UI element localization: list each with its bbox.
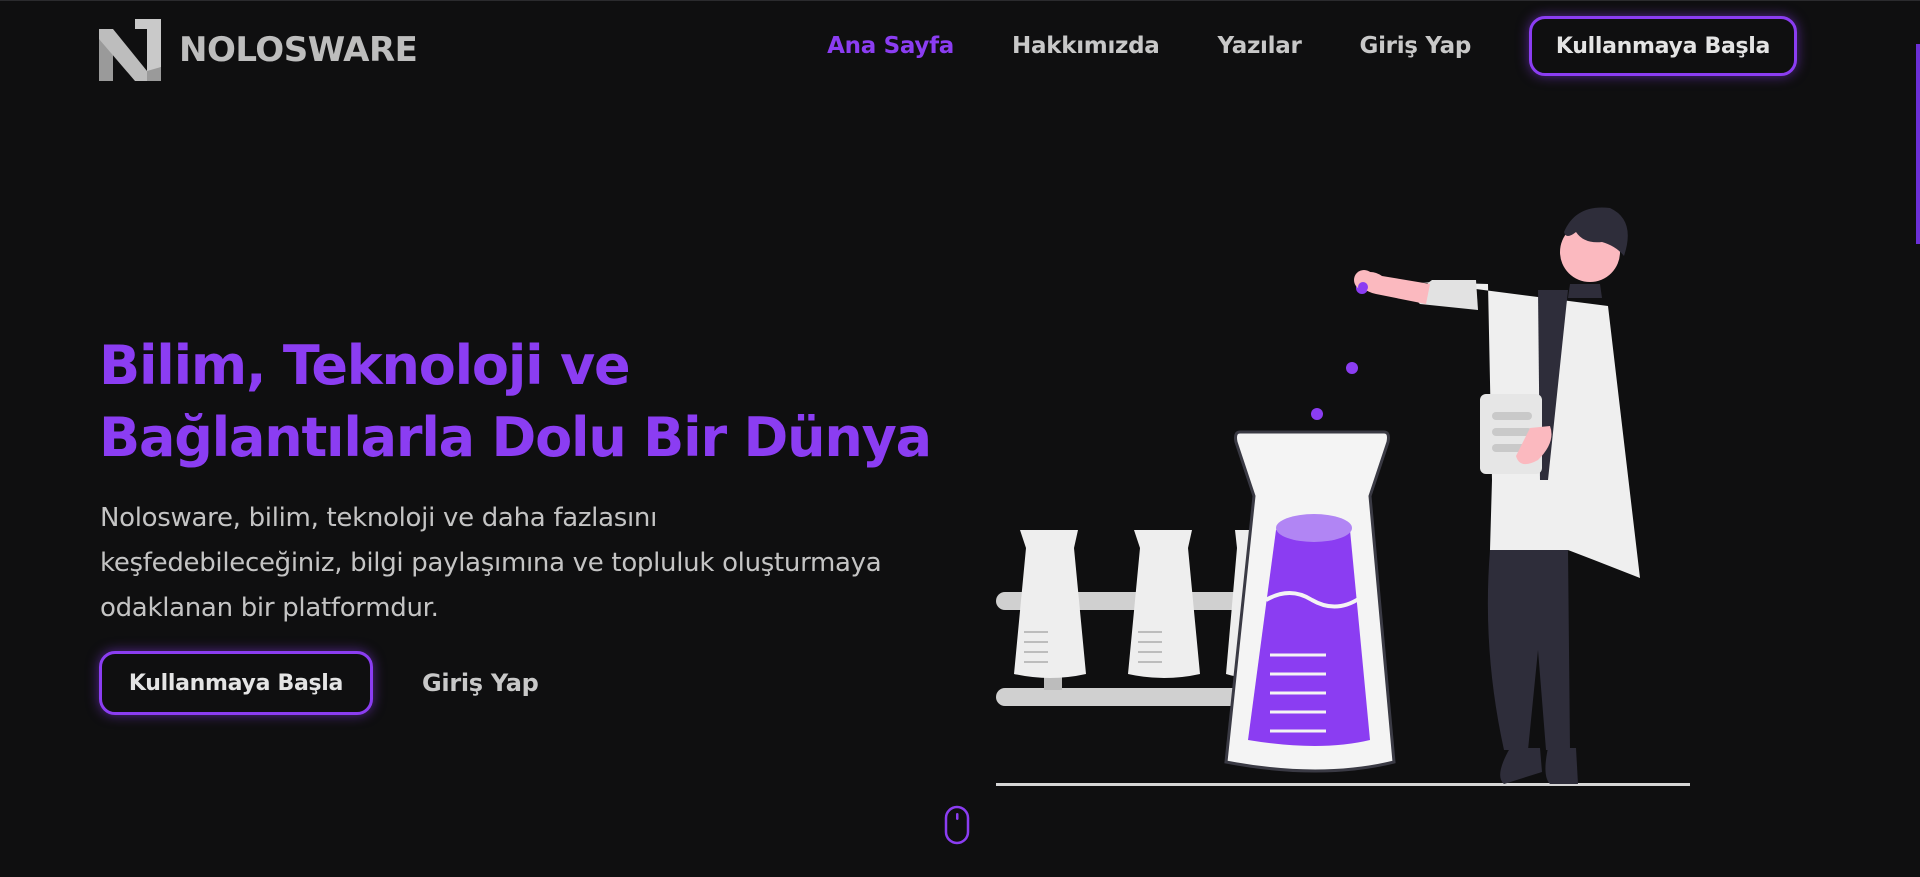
hero-description-line: odaklanan bir platformdur. bbox=[100, 593, 439, 623]
site-header: NOLOSWARE Ana Sayfa Hakkımızda Yazılar G… bbox=[0, 0, 1920, 100]
hero-description-line: keşfedebileceğiniz, bilgi paylaşımına ve… bbox=[100, 548, 882, 578]
nav-item-hakkimizda[interactable]: Hakkımızda bbox=[1012, 33, 1160, 59]
hero-get-started-button[interactable]: Kullanmaya Başla bbox=[99, 651, 373, 715]
brand-name: NOLOSWARE bbox=[179, 30, 418, 70]
nav-item-yazilar[interactable]: Yazılar bbox=[1218, 33, 1302, 59]
n-logo-icon bbox=[99, 19, 161, 81]
hero-title-line: Bağlantılarla Dolu Bir Dünya bbox=[99, 406, 932, 469]
hero-description-line: Nolosware, bilim, teknoloji ve daha fazl… bbox=[100, 503, 658, 533]
hero-title-line: Bilim, Teknoloji ve bbox=[99, 334, 631, 397]
hero-description: Nolosware, bilim, teknoloji ve daha fazl… bbox=[100, 496, 960, 631]
brand-logo-link[interactable]: NOLOSWARE bbox=[99, 19, 418, 81]
nav-item-ana-sayfa[interactable]: Ana Sayfa bbox=[827, 33, 954, 59]
nav-item-giris-yap[interactable]: Giriş Yap bbox=[1359, 33, 1471, 59]
hero-actions: Kullanmaya Başla Giriş Yap bbox=[99, 651, 539, 715]
scientist-lab-illustration bbox=[996, 207, 1690, 786]
hero-login-link[interactable]: Giriş Yap bbox=[422, 669, 539, 697]
mouse-scroll-icon[interactable] bbox=[944, 805, 970, 845]
page-scrollbar[interactable] bbox=[1916, 44, 1920, 244]
main-nav: Ana Sayfa Hakkımızda Yazılar Giriş Yap K… bbox=[827, 16, 1797, 76]
hero-title: Bilim, Teknoloji ve Bağlantılarla Dolu B… bbox=[99, 330, 932, 474]
nav-get-started-button[interactable]: Kullanmaya Başla bbox=[1529, 16, 1797, 76]
